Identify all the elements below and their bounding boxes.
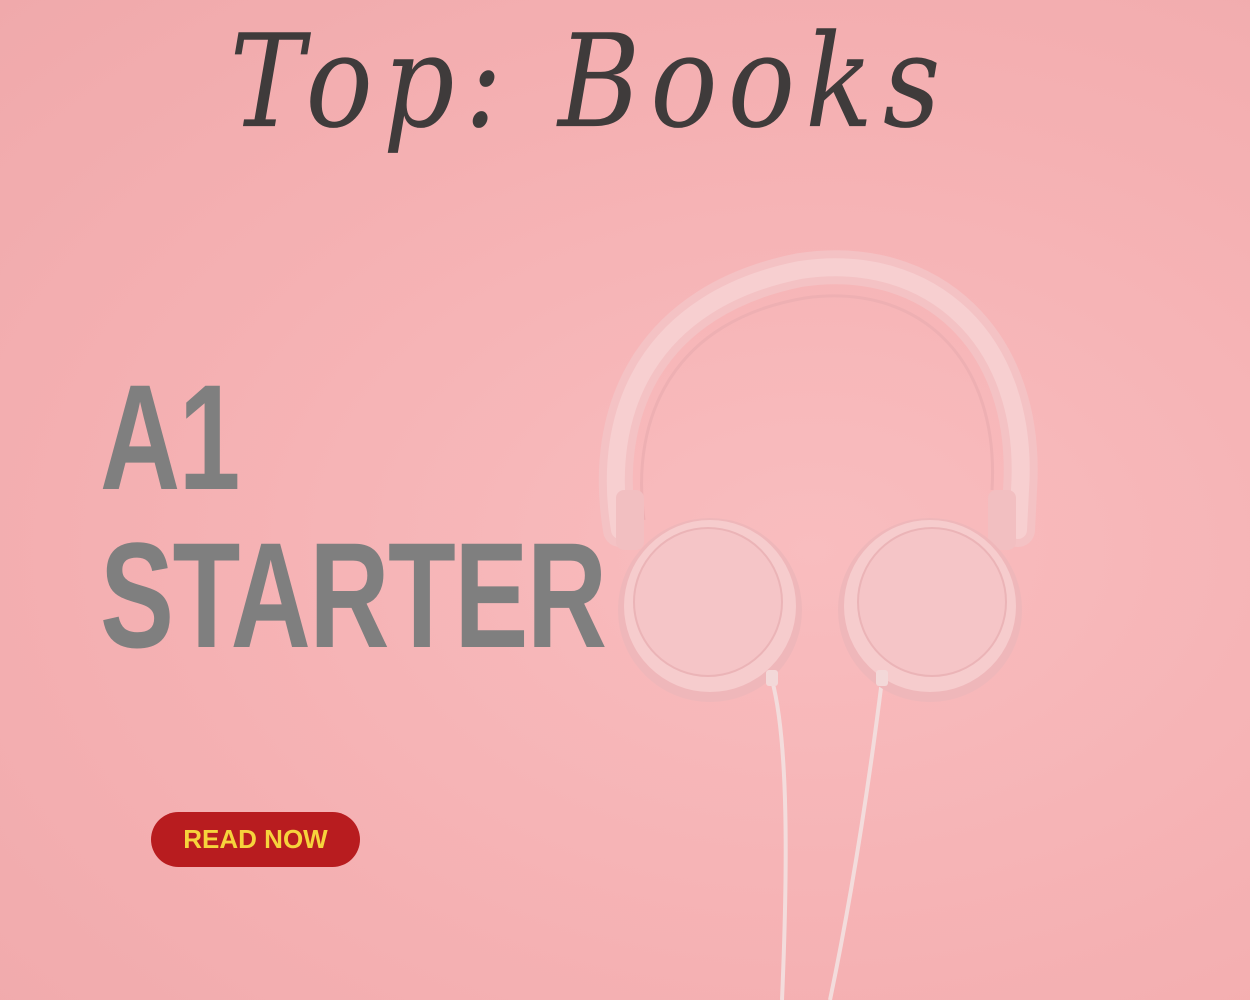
headline-script-text: Top: Books: [229, 7, 951, 158]
headphones-icon: [598, 250, 1038, 1000]
read-now-button[interactable]: READ NOW: [151, 812, 360, 867]
title-line-1: A1: [100, 353, 240, 521]
title-line-2: STARTER: [100, 511, 607, 679]
title-block: A1 STARTER: [100, 362, 620, 670]
